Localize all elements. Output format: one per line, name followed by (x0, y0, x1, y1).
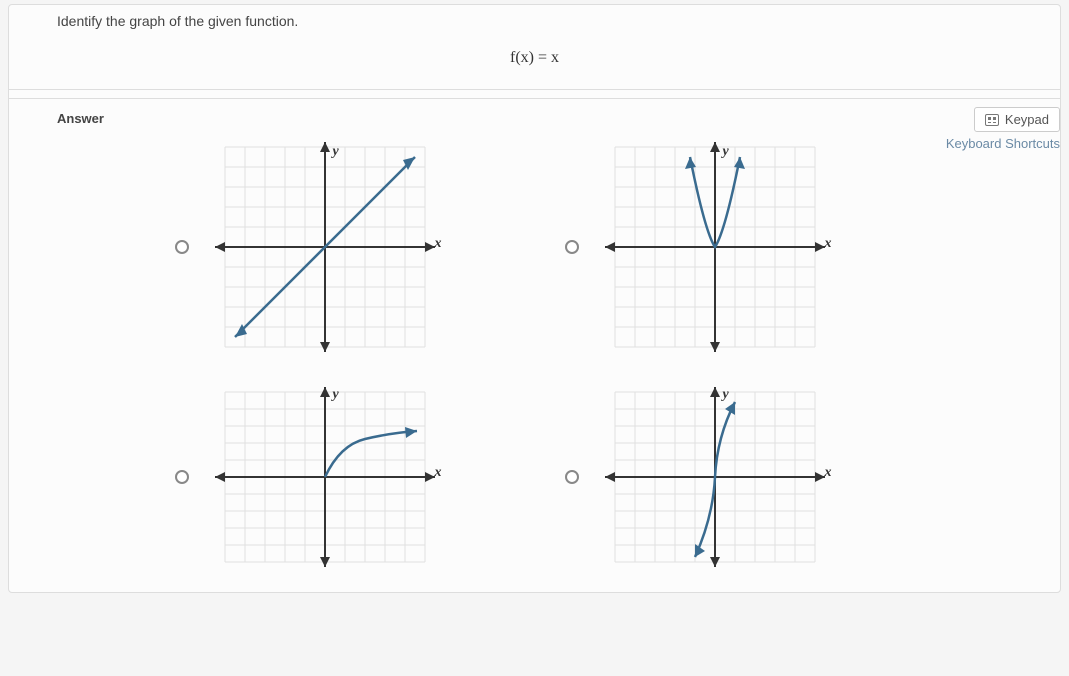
choice-3-graph[interactable]: y x (205, 387, 445, 567)
choice-4-graph[interactable]: y x (595, 387, 835, 567)
choice-4-radio[interactable] (565, 470, 579, 484)
y-axis-label: y (723, 387, 729, 403)
choice-2-radio[interactable] (565, 240, 579, 254)
choice-2-graph[interactable]: y x (595, 142, 835, 352)
keyboard-shortcuts-link[interactable]: Keyboard Shortcuts (946, 136, 1060, 151)
function-row: f(x) = x (57, 29, 1012, 73)
y-axis-label: y (723, 144, 729, 160)
choice-2: y x (565, 142, 895, 352)
choices-grid: y x (175, 142, 895, 582)
function-text: f(x) = x (510, 49, 559, 66)
x-axis-label: x (435, 465, 442, 481)
question-prompt: Identify the graph of the given function… (57, 13, 1012, 29)
answer-label: Answer (9, 99, 1060, 126)
x-axis-label: x (825, 465, 832, 481)
y-axis-label: y (333, 144, 339, 160)
choice-1-radio[interactable] (175, 240, 189, 254)
choice-4: y x (565, 372, 895, 582)
question-header: Identify the graph of the given function… (9, 5, 1060, 90)
answer-tools: Keypad Keyboard Shortcuts (946, 107, 1060, 151)
answer-block: Answer Keypad Keyboard Shortcuts y x (9, 98, 1060, 582)
keypad-icon (985, 114, 999, 126)
choice-1: y x (175, 142, 505, 352)
choice-1-graph[interactable]: y x (205, 142, 445, 352)
keypad-label: Keypad (1005, 112, 1049, 127)
keypad-button[interactable]: Keypad (974, 107, 1060, 132)
choice-3-radio[interactable] (175, 470, 189, 484)
x-axis-label: x (825, 236, 832, 252)
y-axis-label: y (333, 387, 339, 403)
question-container: Identify the graph of the given function… (8, 4, 1061, 593)
x-axis-label: x (435, 236, 442, 252)
choice-3: y x (175, 372, 505, 582)
